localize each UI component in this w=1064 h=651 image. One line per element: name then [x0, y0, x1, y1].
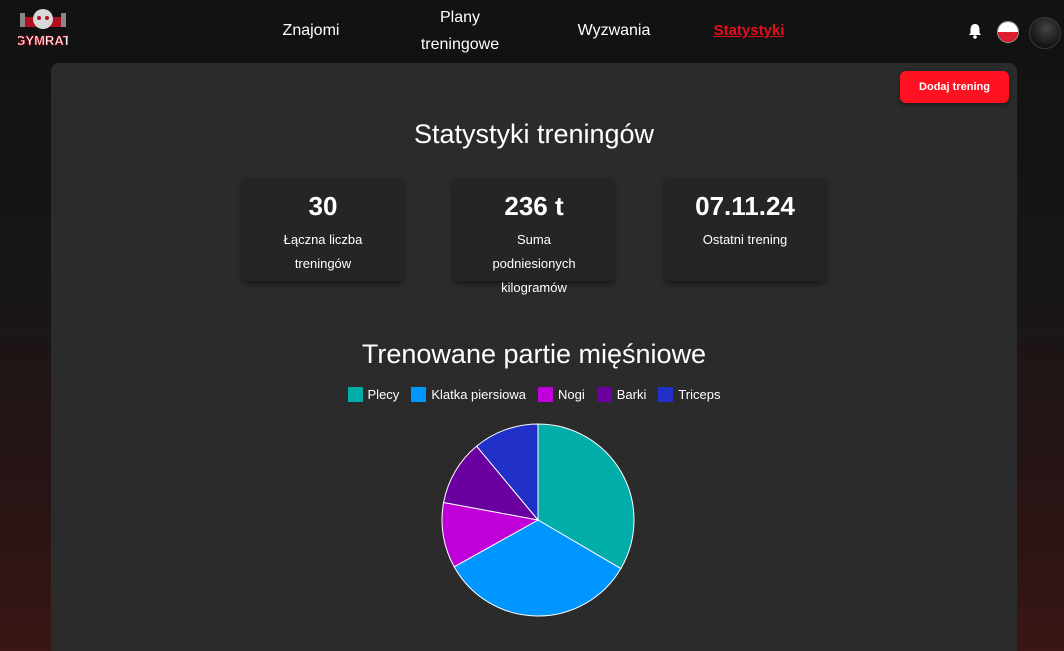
nav-plany-treningowe[interactable]: Plany treningowe — [408, 4, 512, 58]
nav-wyzwania[interactable]: Wyzwania — [570, 17, 658, 44]
nav-statystyki-label: Statystyki — [713, 22, 785, 39]
nav-znajomi[interactable]: Znajomi — [271, 17, 351, 44]
muscle-pie-chart — [441, 423, 635, 617]
stats-panel: Dodaj trening Statystyki treningów 30 Łą… — [51, 63, 1017, 651]
stats-title: Statystyki treningów — [413, 119, 655, 149]
stat-value: 30 — [308, 191, 338, 221]
gymrat-logo[interactable]: GYMRAT — [18, 5, 68, 51]
legend-item[interactable]: Barki — [596, 387, 647, 402]
legend-label: Klatka piersiowa — [431, 387, 526, 402]
stat-card-last-training: 07.11.24 Ostatni trening — [665, 178, 825, 281]
legend-label: Nogi — [557, 387, 585, 402]
stat-label-line1: Ostatni trening — [702, 232, 788, 247]
logo-text: GYMRAT — [18, 33, 68, 48]
stat-label-line2: kilogramów — [501, 280, 567, 295]
stat-label-line2: treningów — [294, 256, 352, 271]
stat-card-total-trainings: 30 Łączna liczba treningów — [243, 178, 403, 281]
flag-pl-icon[interactable] — [997, 21, 1019, 43]
avatar[interactable] — [1029, 17, 1061, 49]
legend-item[interactable]: Klatka piersiowa — [411, 387, 526, 402]
legend-swatch — [411, 387, 427, 402]
nav-znajomi-label: Znajomi — [282, 22, 340, 39]
stat-card-total-weight: 236 t Suma podniesionych kilogramów — [454, 178, 614, 295]
stat-value: 236 t — [504, 191, 564, 221]
nav-statystyki[interactable]: Statystyki — [703, 17, 795, 44]
legend-label: Barki — [616, 387, 647, 402]
legend-item[interactable]: Plecy — [347, 387, 400, 402]
legend-item[interactable]: Nogi — [537, 387, 585, 402]
stat-value: 07.11.24 — [695, 191, 795, 221]
bell-icon[interactable] — [966, 22, 984, 40]
nav-plany-label-line2: treningowe — [420, 36, 500, 53]
add-training-button[interactable]: Dodaj trening — [900, 71, 1009, 103]
stat-label-line1: Suma podniesionych — [492, 232, 576, 271]
legend-swatch — [658, 387, 674, 402]
chart-legend: Plecy Klatka piersiowa Nogi Barki Triceps — [51, 387, 1017, 402]
nav-plany-label-line1: Plany — [439, 9, 481, 26]
legend-swatch — [537, 387, 553, 402]
legend-label: Triceps — [678, 387, 721, 402]
nav-wyzwania-label: Wyzwania — [577, 22, 651, 39]
legend-swatch — [596, 387, 612, 402]
top-navbar: GYMRAT Znajomi Plany treningowe Wyzwania… — [0, 0, 1064, 62]
legend-item[interactable]: Triceps — [658, 387, 720, 402]
stat-label-line1: Łączna liczba — [283, 232, 363, 247]
muscles-title: Trenowane partie mięśniowe — [361, 339, 707, 369]
legend-swatch — [347, 387, 363, 402]
legend-label: Plecy — [367, 387, 400, 402]
